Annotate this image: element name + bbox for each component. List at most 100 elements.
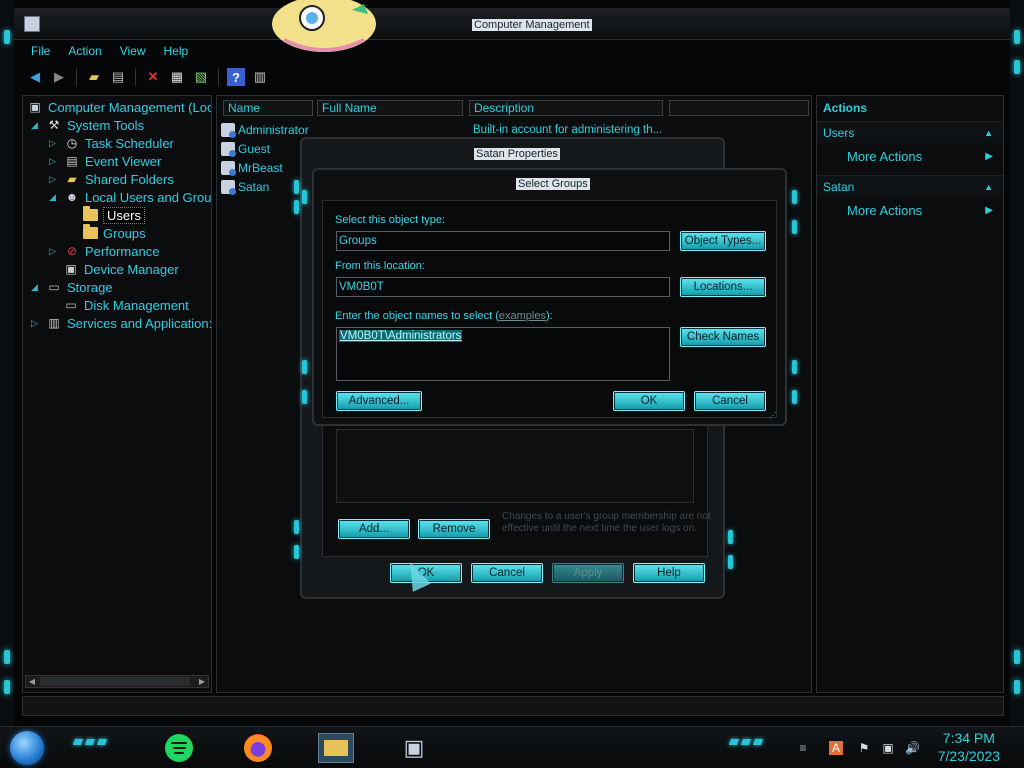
column-header-empty[interactable] xyxy=(669,100,809,116)
spotify-taskbar-button[interactable] xyxy=(164,733,194,763)
apply-button[interactable]: Apply xyxy=(552,563,624,583)
cartoon-mascot-decoration xyxy=(272,0,376,52)
computer-management-icon xyxy=(24,16,40,32)
tree-item-local-users-groups[interactable]: ◢ ☻ Local Users and Grou xyxy=(49,188,211,206)
column-header-description[interactable]: Description xyxy=(469,100,663,116)
system-clock[interactable]: 7:34 PM 7/23/2023 xyxy=(938,729,1000,765)
submenu-arrow-icon: ▶ xyxy=(985,151,993,162)
select-groups-dialog: Select Groups Select this object type: G… xyxy=(312,168,787,426)
collapse-triangle-icon[interactable]: ▲ xyxy=(984,122,993,144)
cancel-button[interactable]: Cancel xyxy=(694,391,766,411)
tree-item-label: Local Users and Grou xyxy=(85,189,212,205)
actions-section-satan[interactable]: Satan ▲ xyxy=(817,175,1003,197)
properties-icon[interactable]: ▦ xyxy=(168,68,186,86)
more-actions-users[interactable]: More Actions ▶ xyxy=(817,146,1003,168)
member-of-list[interactable] xyxy=(336,429,694,503)
tree-item-disk-management[interactable]: ▭ Disk Management xyxy=(63,296,188,314)
file-explorer-taskbar-button[interactable] xyxy=(316,733,356,763)
scroll-right-icon[interactable]: ▶ xyxy=(196,676,208,687)
check-names-button[interactable]: Check Names xyxy=(680,327,766,347)
remove-button[interactable]: Remove xyxy=(418,519,490,539)
firefox-taskbar-button[interactable] xyxy=(243,733,273,763)
taskbar-decoration xyxy=(72,739,108,745)
object-types-button[interactable]: Object Types... xyxy=(680,231,766,251)
tree-item-computer-management[interactable]: ▣ Computer Management (Loc xyxy=(27,98,211,116)
label-text: ): xyxy=(545,310,553,322)
tree-horizontal-scrollbar[interactable]: ◀ ▶ xyxy=(25,675,209,688)
dialog-glow xyxy=(302,390,307,404)
toolbar-separator xyxy=(76,68,77,86)
advanced-button[interactable]: Advanced... xyxy=(336,391,422,411)
network-icon[interactable]: ▣ xyxy=(881,741,895,755)
user-description: Built-in account for administering th... xyxy=(473,124,663,136)
user-name: Guest xyxy=(238,142,271,156)
tree-item-users[interactable]: Users xyxy=(83,206,145,224)
tree-item-label: Services and Application: xyxy=(67,315,212,331)
delete-icon[interactable]: ✕ xyxy=(144,68,162,86)
expand-arrow-icon[interactable]: ▷ xyxy=(31,318,41,329)
user-name: Satan xyxy=(238,180,270,194)
tree-item-event-viewer[interactable]: ▷ ▤ Event Viewer xyxy=(49,152,161,170)
collapse-arrow-icon[interactable]: ◢ xyxy=(31,120,41,131)
object-names-input[interactable]: VM0B0T\Administrators xyxy=(336,327,670,381)
export-list-icon[interactable]: ▧ xyxy=(192,68,210,86)
help-button[interactable]: Help xyxy=(633,563,705,583)
up-folder-icon[interactable]: ▰ xyxy=(85,68,103,86)
resize-grip-icon[interactable]: ⋰ xyxy=(769,411,777,420)
menu-action[interactable]: Action xyxy=(59,42,110,62)
tree-item-performance[interactable]: ▷ ⊘ Performance xyxy=(49,242,159,260)
tree-item-services-applications[interactable]: ▷ ▥ Services and Application: xyxy=(31,314,212,332)
add-button[interactable]: Add... xyxy=(338,519,410,539)
expand-arrow-icon[interactable]: ▷ xyxy=(49,138,59,149)
action-pane-icon[interactable]: ▥ xyxy=(251,68,269,86)
window-title-bar[interactable]: Computer Management xyxy=(14,0,1010,52)
tree-item-system-tools[interactable]: ◢ ⚒ System Tools xyxy=(31,116,144,134)
locations-button[interactable]: Locations... xyxy=(680,277,766,297)
back-arrow-icon[interactable]: ◀ xyxy=(26,68,44,86)
collapse-arrow-icon[interactable]: ◢ xyxy=(31,282,41,293)
dialog-title: Satan Properties xyxy=(474,148,560,160)
ok-button[interactable]: OK xyxy=(613,391,685,411)
menu-file[interactable]: File xyxy=(22,42,59,62)
more-actions-satan[interactable]: More Actions ▶ xyxy=(817,200,1003,222)
tree-item-label: System Tools xyxy=(67,117,145,133)
scrollbar-thumb[interactable] xyxy=(40,677,190,686)
column-header-full-name[interactable]: Full Name xyxy=(317,100,463,116)
forward-arrow-icon[interactable]: ▶ xyxy=(50,68,68,86)
volume-icon[interactable]: 🔊 xyxy=(905,741,920,755)
tree-item-shared-folders[interactable]: ▷ ▰ Shared Folders xyxy=(49,170,174,188)
tree-item-storage[interactable]: ◢ ▭ Storage xyxy=(31,278,113,296)
menu-view[interactable]: View xyxy=(111,42,155,62)
show-hidden-icons-icon[interactable]: ≡ xyxy=(796,741,810,755)
cancel-button[interactable]: Cancel xyxy=(471,563,543,583)
location-field: VM0B0T xyxy=(336,277,670,297)
table-row[interactable]: Satan xyxy=(221,178,269,196)
expand-arrow-icon[interactable]: ▷ xyxy=(49,156,59,167)
submenu-arrow-icon: ▶ xyxy=(985,205,993,216)
menu-help[interactable]: Help xyxy=(155,42,198,62)
expand-arrow-icon[interactable]: ▷ xyxy=(49,246,59,257)
show-hide-tree-icon[interactable]: ▤ xyxy=(109,68,127,86)
table-row[interactable]: Guest xyxy=(221,140,270,158)
desktop: Computer Management File Action View Hel… xyxy=(0,0,1024,768)
actions-section-users[interactable]: Users ▲ xyxy=(817,121,1003,143)
scroll-left-icon[interactable]: ◀ xyxy=(26,676,38,687)
table-row[interactable]: MrBeast xyxy=(221,159,283,177)
tree-item-device-manager[interactable]: ▣ Device Manager xyxy=(63,260,178,278)
app-tray-icon[interactable]: A xyxy=(829,741,843,755)
computer-management-taskbar-button[interactable]: ▣ xyxy=(396,733,432,763)
start-orb-icon[interactable] xyxy=(10,731,44,765)
tree-item-groups[interactable]: Groups xyxy=(83,224,146,242)
clock-time: 7:34 PM xyxy=(942,730,995,746)
collapse-triangle-icon[interactable]: ▲ xyxy=(984,176,993,198)
expand-arrow-icon[interactable]: ▷ xyxy=(49,174,59,185)
help-icon[interactable]: ? xyxy=(227,68,245,86)
users-group-icon: ☻ xyxy=(65,190,79,204)
console-tree: ▣ Computer Management (Loc ◢ ⚒ System To… xyxy=(22,95,212,693)
collapse-arrow-icon[interactable]: ◢ xyxy=(49,192,59,203)
action-center-flag-icon[interactable]: ⚑ xyxy=(857,741,871,755)
examples-link[interactable]: examples xyxy=(499,310,546,322)
table-row[interactable]: Administrator xyxy=(221,121,309,139)
tree-item-task-scheduler[interactable]: ▷ ◷ Task Scheduler xyxy=(49,134,174,152)
column-header-name[interactable]: Name xyxy=(223,100,313,116)
